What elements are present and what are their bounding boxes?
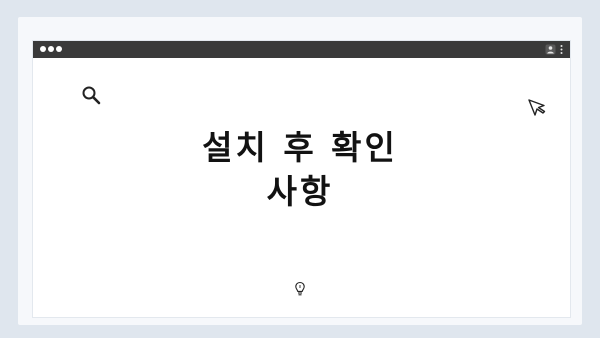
lightbulb-icon [295, 281, 305, 296]
page-title: 설치 후 확인 사항 [150, 126, 450, 214]
minimize-dot-icon[interactable] [48, 46, 54, 52]
window-controls [40, 46, 64, 52]
maximize-dot-icon[interactable] [56, 46, 62, 52]
kebab-menu-icon[interactable] [559, 44, 564, 55]
page-title-line-2: 사항 [266, 172, 334, 211]
titlebar-actions [545, 44, 564, 55]
cursor-pointer-icon [528, 99, 546, 116]
search-icon [82, 86, 101, 105]
close-dot-icon[interactable] [40, 46, 46, 52]
page-title-line-1: 설치 후 확인 [202, 128, 398, 167]
slide-stage: 설치 후 확인 사항 [0, 0, 600, 338]
window-titlebar [33, 41, 570, 58]
user-icon[interactable] [545, 44, 556, 55]
